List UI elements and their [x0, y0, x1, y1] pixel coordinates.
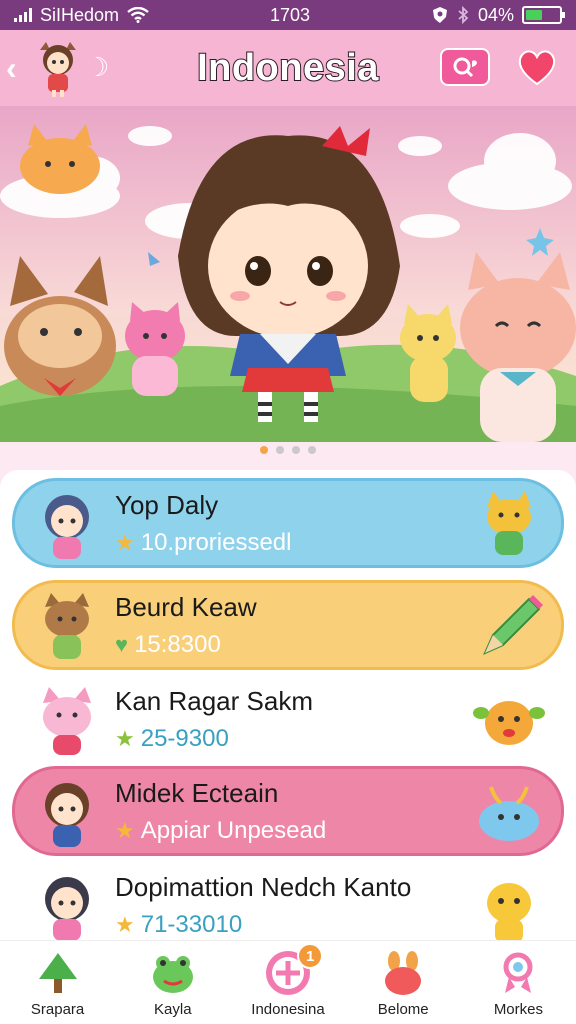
heart-icon: ♥: [115, 631, 129, 657]
tab-srapara[interactable]: Srapara: [0, 941, 115, 1024]
status-left: SiIHedom: [14, 5, 149, 26]
battery-percent: 04%: [477, 4, 514, 25]
item-subtitle-text: 10.proriessedl: [140, 528, 292, 556]
tab-belome[interactable]: Belome: [346, 941, 461, 1024]
item-title: Kan Ragar Sakm: [115, 685, 313, 716]
item-title: Dopimattion Nedch Kanto: [115, 871, 412, 902]
item-subtitle-text: 71-33010: [140, 910, 243, 938]
item-subtitle: ★ 71-33010: [115, 911, 411, 939]
wifi-icon: [127, 7, 149, 23]
clock: 1703: [270, 4, 311, 25]
tab-indonesina[interactable]: 1 Indonesina: [230, 941, 345, 1024]
pink-cat: [125, 302, 185, 396]
banner-illustration: [0, 106, 576, 442]
status-right: 04%: [432, 4, 565, 26]
bluetooth-icon: [458, 6, 469, 24]
moon-icon: ☽: [86, 52, 110, 82]
app-header: ‹ ☽ Indonesia: [0, 30, 576, 106]
monster-mascot-icon: [473, 701, 545, 745]
item-subtitle: ★ 25-9300: [115, 725, 313, 753]
carousel-dot[interactable]: [292, 446, 300, 454]
item-subtitle-text: 15:8300: [134, 630, 221, 658]
list-item[interactable]: Midek Ecteain ★ Appiar Unpesead: [12, 766, 564, 856]
avatar: [45, 877, 89, 941]
item-title: Midek Ecteain: [115, 777, 279, 808]
giraffe-mascot-icon: [487, 883, 531, 943]
avatar: [45, 495, 89, 559]
search-button[interactable]: [440, 48, 490, 86]
status-bar: SiIHedom 1703 04%: [0, 0, 576, 30]
hero-banner[interactable]: [0, 106, 576, 442]
tree-icon: [38, 953, 77, 993]
tab-label: Kayla: [154, 1001, 192, 1018]
signal-icon: [14, 8, 32, 22]
list-item[interactable]: Beurd Keaw ♥ 15:8300: [12, 580, 564, 670]
carousel-dot[interactable]: [308, 446, 316, 454]
avatar[interactable]: [34, 40, 82, 98]
tab-label: Morkes: [493, 1001, 543, 1018]
item-subtitle: ★ Appiar Unpesead: [115, 817, 326, 845]
item-title: Beurd Keaw: [115, 591, 257, 622]
tab-label: Srapara: [30, 1001, 85, 1018]
page-title: Indonesia: [196, 46, 379, 90]
ribbon-icon: [503, 952, 533, 993]
carousel-dot[interactable]: [260, 446, 268, 454]
tab-morkes[interactable]: Morkes: [461, 941, 576, 1024]
whale-mascot-icon: [479, 786, 539, 841]
list-item[interactable]: Kan Ragar Sakm ★ 25-9300: [12, 674, 564, 764]
tab-label: Belome: [377, 1001, 429, 1018]
star-icon: ★: [115, 725, 135, 751]
bottom-tab-bar: Srapara Kayla 1 Indonesina Belome Morkes: [0, 940, 576, 1024]
item-title: Yop Daly: [115, 489, 219, 520]
notification-badge: 1: [297, 943, 324, 969]
item-subtitle: ★ 10.proriessedl: [115, 529, 291, 557]
pencil-icon: [483, 595, 543, 655]
list-item[interactable]: Yop Daly ★ 10.proriessedl: [12, 478, 564, 568]
search-icon: [453, 57, 477, 78]
avatar: [45, 593, 89, 659]
heart-icon[interactable]: [514, 44, 560, 90]
tab-kayla[interactable]: Kayla: [115, 941, 230, 1024]
battery-level: [526, 10, 542, 20]
tab-label: Indonesina: [251, 1001, 325, 1018]
item-subtitle: ♥ 15:8300: [115, 631, 257, 659]
item-subtitle-text: Appiar Unpesead: [140, 816, 327, 844]
carrier-name: SiIHedom: [40, 4, 120, 25]
carousel-dot[interactable]: [276, 446, 284, 454]
cat-mascot-icon: [487, 491, 531, 555]
bunny-icon: [385, 951, 422, 995]
avatar: [45, 783, 89, 847]
frog-icon: [152, 956, 193, 993]
shield-icon: [432, 7, 447, 23]
carousel-dots[interactable]: [0, 446, 576, 454]
star-icon: ★: [115, 911, 135, 937]
list-item[interactable]: Dopimattion Nedch Kanto ★ 71-33010: [12, 860, 564, 950]
battery-icon: [522, 6, 565, 24]
star-icon: ★: [115, 529, 135, 555]
star-icon: ★: [115, 817, 135, 843]
item-subtitle-text: 25-9300: [140, 724, 229, 752]
back-icon[interactable]: ‹: [6, 50, 17, 87]
story-list: Yop Daly ★ 10.proriessedl Beurd Keaw ♥ 15:…: [0, 470, 576, 950]
avatar: [43, 687, 91, 755]
